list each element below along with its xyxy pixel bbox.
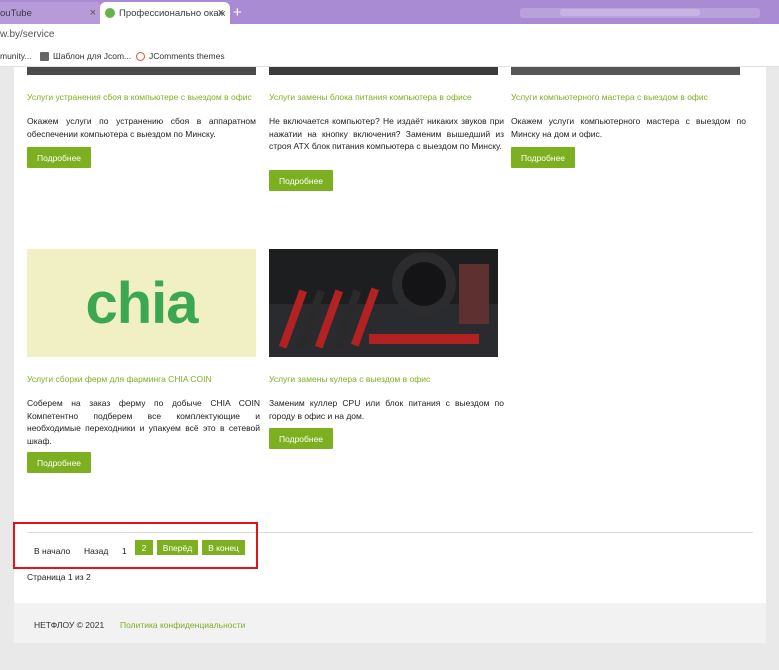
- service-description: Окажем услуги компьютерного мастера с вы…: [511, 116, 746, 139]
- chia-logo-image[interactable]: chia: [27, 249, 256, 357]
- bookmark-label: JComments themes: [149, 51, 225, 61]
- highlight-box: [13, 522, 258, 569]
- page-content: Услуги устранения сбоя в компьютере с вы…: [13, 67, 766, 603]
- address-bar[interactable]: w.by/service: [0, 24, 779, 46]
- more-button[interactable]: Подробнее: [269, 170, 333, 191]
- service-title[interactable]: Услуги замены блока питания компьютера в…: [269, 92, 472, 102]
- page-counter: Страница 1 из 2: [27, 572, 91, 582]
- motherboard-cooler-image[interactable]: [269, 249, 498, 357]
- service-title[interactable]: Услуги сборки ферм для фарминга CHIA COI…: [27, 374, 212, 384]
- service-description: Окажем услуги по устранению сбоя в аппар…: [27, 116, 256, 139]
- service-title[interactable]: Услуги устранения сбоя в компьютере с вы…: [27, 92, 252, 102]
- copyright: НЕТФЛОУ © 2021: [34, 620, 105, 630]
- more-button[interactable]: Подробнее: [27, 452, 91, 473]
- html5-icon: [136, 51, 145, 61]
- privacy-policy-link[interactable]: Политика конфиденциальности: [120, 620, 245, 630]
- tab-label: ouTube: [0, 7, 32, 19]
- service-description: Соберем на заказ ферму по добыче CHIA CO…: [27, 398, 260, 446]
- service-title[interactable]: Услуги замены кулера с выездом в офис: [269, 374, 430, 384]
- more-button[interactable]: Подробнее: [511, 147, 575, 168]
- service-image: [27, 67, 256, 75]
- page-icon: [40, 51, 49, 61]
- browser-tab-bar: ouTube × Профессионально окаж × +: [0, 0, 779, 24]
- tab-label: Профессионально окаж: [119, 7, 226, 19]
- service-title[interactable]: Услуги компьютерного мастера с выездом в…: [511, 92, 708, 102]
- account-area: [520, 8, 760, 18]
- tab-youtube[interactable]: ouTube ×: [0, 2, 102, 24]
- tab-active-service[interactable]: Профессионально окаж ×: [100, 2, 230, 24]
- service-image: [269, 67, 498, 75]
- close-icon[interactable]: ×: [218, 7, 224, 19]
- bookmark-item[interactable]: munity...: [0, 51, 32, 61]
- bookmarks-bar: munity... Шаблон для Jcom... JComments t…: [0, 46, 779, 67]
- bookmark-label: Шаблон для Jcom...: [53, 51, 132, 61]
- site-favicon-icon: [105, 8, 115, 18]
- service-description: Не включается компьютер? Не издаёт никак…: [269, 116, 504, 151]
- service-description: Заменим куллер CPU или блок питания с вы…: [269, 398, 504, 421]
- motherboard-photo: [269, 249, 498, 357]
- service-image: [511, 67, 740, 75]
- address-url[interactable]: w.by/service: [0, 29, 54, 40]
- more-button[interactable]: Подробнее: [269, 428, 333, 449]
- bookmark-item[interactable]: JComments themes: [136, 51, 225, 61]
- bookmark-item[interactable]: Шаблон для Jcom...: [40, 51, 131, 61]
- more-button[interactable]: Подробнее: [27, 147, 91, 168]
- new-tab-button[interactable]: +: [233, 4, 242, 21]
- chia-logo-text: chia: [85, 270, 198, 336]
- bookmark-label: munity...: [0, 51, 32, 61]
- close-icon[interactable]: ×: [90, 7, 96, 19]
- site-footer: НЕТФЛОУ © 2021 Политика конфиденциальнос…: [14, 603, 766, 643]
